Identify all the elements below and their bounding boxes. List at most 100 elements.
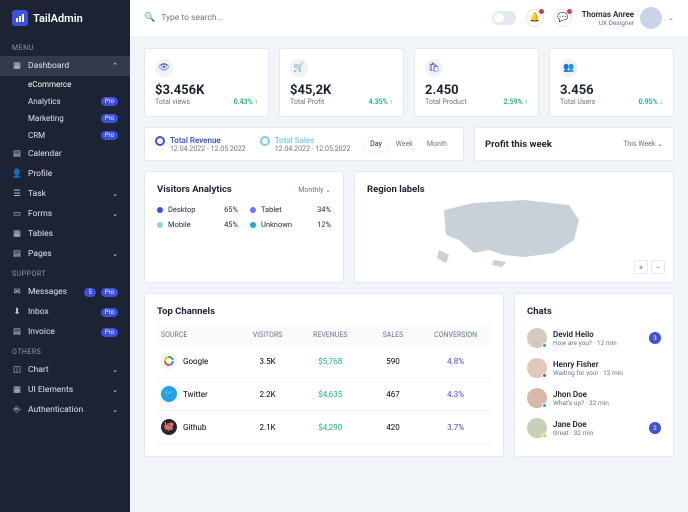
chevron-down-icon: ⌄: [112, 406, 118, 414]
legend-dot: [155, 136, 165, 146]
sidebar: TailAdmin MENU ▦ Dashboard ⌃ eCommerce A…: [0, 0, 130, 512]
users-icon: 👥: [560, 59, 578, 77]
form-icon: ▭: [12, 209, 22, 219]
pro-badge: Pro: [101, 114, 118, 123]
profit-card: Profit this week This Week ⌄: [474, 127, 674, 161]
chat-item[interactable]: Jane DoeGreat · 32 min2: [527, 413, 661, 443]
user-menu[interactable]: Thomas Anree UX Designer ⌄: [582, 7, 674, 29]
sub-ecommerce[interactable]: eCommerce: [0, 76, 130, 93]
kpi-views: 👁 $3.456K Total views0.43% ↑: [144, 48, 269, 117]
nav-forms[interactable]: ▭Forms⌄: [0, 204, 130, 224]
eye-icon: 👁: [155, 59, 173, 77]
nav-inbox[interactable]: ⬇InboxPro: [0, 302, 130, 322]
logo-icon: [12, 10, 28, 26]
google-icon: [161, 353, 177, 369]
sub-analytics[interactable]: AnalyticsPro: [0, 93, 130, 110]
kpi-value: 3.456: [560, 83, 663, 98]
chat-item[interactable]: Devid HeiloHow are you? · 12 min3: [527, 323, 661, 353]
theme-toggle[interactable]: [492, 11, 516, 25]
avatar: [527, 328, 547, 348]
cart-icon: 🛒: [290, 59, 308, 77]
revenue-chart-header: Total Revenue12.04.2022 - 12.05.2022 Tot…: [144, 127, 464, 161]
legend-date: 12.04.2022 - 12.05.2022: [170, 145, 246, 153]
bag-icon: 🛍: [425, 59, 443, 77]
ui-icon: ▦: [12, 385, 22, 395]
map[interactable]: [367, 195, 661, 270]
chevron-down-icon: ⌄: [112, 250, 118, 258]
nav-calendar[interactable]: ▤Calendar: [0, 144, 130, 164]
table-row: 🐦Twitter 2.2K$4,6354674.3%: [157, 378, 491, 411]
analytics-item: Tablet34%: [250, 205, 331, 214]
sub-marketing[interactable]: MarketingPro: [0, 110, 130, 127]
nav-auth[interactable]: ⎆Authentication⌄: [0, 400, 130, 420]
zoom-in-button[interactable]: +: [634, 260, 648, 274]
sub-crm[interactable]: CRMPro: [0, 127, 130, 144]
main: 🔍 🔔 💬 Thomas Anree UX Designer ⌄ 👁 $3.45…: [130, 0, 688, 512]
tab-week[interactable]: Week: [390, 137, 419, 151]
avatar: [527, 388, 547, 408]
zoom-out-button[interactable]: −: [651, 260, 665, 274]
chart-icon: ◫: [12, 365, 22, 375]
region-card: Region labels +−: [354, 171, 674, 283]
chat-item[interactable]: Henry FisherWaiting for you! · 12 min: [527, 353, 661, 383]
card-title: Chats: [527, 306, 661, 317]
table-row: 🐙Github 2.1K$4,2904203.7%: [157, 411, 491, 444]
grid-icon: ▦: [12, 61, 22, 71]
pro-badge: Pro: [101, 288, 118, 297]
pages-icon: ▤: [12, 249, 22, 259]
table-header: SOURCEVISITORSREVENUESSALESCONVERSION: [157, 325, 491, 345]
logo-text: TailAdmin: [33, 12, 83, 25]
kpi-change: 0.43% ↑: [234, 98, 258, 106]
nav-ui[interactable]: ▦UI Elements⌄: [0, 380, 130, 400]
content: 👁 $3.456K Total views0.43% ↑ 🛒 $45,2K To…: [130, 36, 688, 512]
pro-badge: Pro: [101, 131, 118, 140]
tab-month[interactable]: Month: [421, 137, 453, 151]
legend-title: Total Sales: [275, 136, 351, 145]
chevron-down-icon: ⌄: [112, 210, 118, 218]
search-input[interactable]: [161, 13, 311, 23]
legend-title: Total Revenue: [170, 136, 246, 145]
nav-dashboard[interactable]: ▦ Dashboard ⌃: [0, 56, 130, 76]
search-icon[interactable]: 🔍: [144, 13, 155, 23]
analytics-select[interactable]: Monthly ⌄: [298, 186, 331, 194]
twitter-icon: 🐦: [161, 386, 177, 402]
kpi-value: 2.450: [425, 83, 528, 98]
avatar: [527, 418, 547, 438]
nav-profile[interactable]: 👤Profile: [0, 164, 130, 184]
logo[interactable]: TailAdmin: [0, 10, 130, 38]
kpi-change: 0.95% ↓: [639, 98, 663, 106]
nav-tables[interactable]: ▦Tables: [0, 224, 130, 244]
notification-dot: [539, 9, 544, 14]
tab-day[interactable]: Day: [364, 137, 388, 151]
nav-chart[interactable]: ◫Chart⌄: [0, 360, 130, 380]
pro-badge: Pro: [101, 97, 118, 106]
kpi-profit: 🛒 $45,2K Total Profit4.35% ↑: [279, 48, 404, 117]
chat-item[interactable]: Jhon DoeWhat's up? · 32 min: [527, 383, 661, 413]
list-icon: ☰: [12, 189, 22, 199]
nav-invoice[interactable]: ▤InvoicePro: [0, 322, 130, 342]
nav-task[interactable]: ☰Task⌄: [0, 184, 130, 204]
visitors-analytics: Visitors AnalyticsMonthly ⌄ Desktop65% T…: [144, 171, 344, 283]
section-menu: MENU: [0, 38, 130, 56]
auth-icon: ⎆: [12, 405, 22, 415]
analytics-item: Unknown12%: [250, 220, 331, 229]
user-name: Thomas Anree: [582, 10, 634, 19]
message-icon: ✉: [12, 287, 22, 297]
avatar: [640, 7, 662, 29]
user-icon: 👤: [12, 169, 22, 179]
chevron-up-icon: ⌃: [112, 62, 118, 70]
kpi-product: 🛍 2.450 Total Product2.59% ↑: [414, 48, 539, 117]
profit-select[interactable]: This Week ⌄: [623, 140, 663, 148]
card-title: Top Channels: [157, 306, 491, 317]
kpi-label: Total Profit: [290, 98, 324, 106]
nav-messages[interactable]: ✉Messages5Pro: [0, 282, 130, 302]
user-role: UX Designer: [582, 19, 634, 27]
kpi-value: $45,2K: [290, 83, 393, 98]
table-icon: ▦: [12, 229, 22, 239]
card-title: Visitors Analytics: [157, 184, 232, 195]
notification-button[interactable]: 🔔: [526, 9, 544, 27]
top-channels: Top Channels SOURCEVISITORSREVENUESSALES…: [144, 293, 504, 457]
period-tabs: Day Week Month: [364, 137, 453, 151]
nav-pages[interactable]: ▤Pages⌄: [0, 244, 130, 264]
chat-button[interactable]: 💬: [554, 9, 572, 27]
